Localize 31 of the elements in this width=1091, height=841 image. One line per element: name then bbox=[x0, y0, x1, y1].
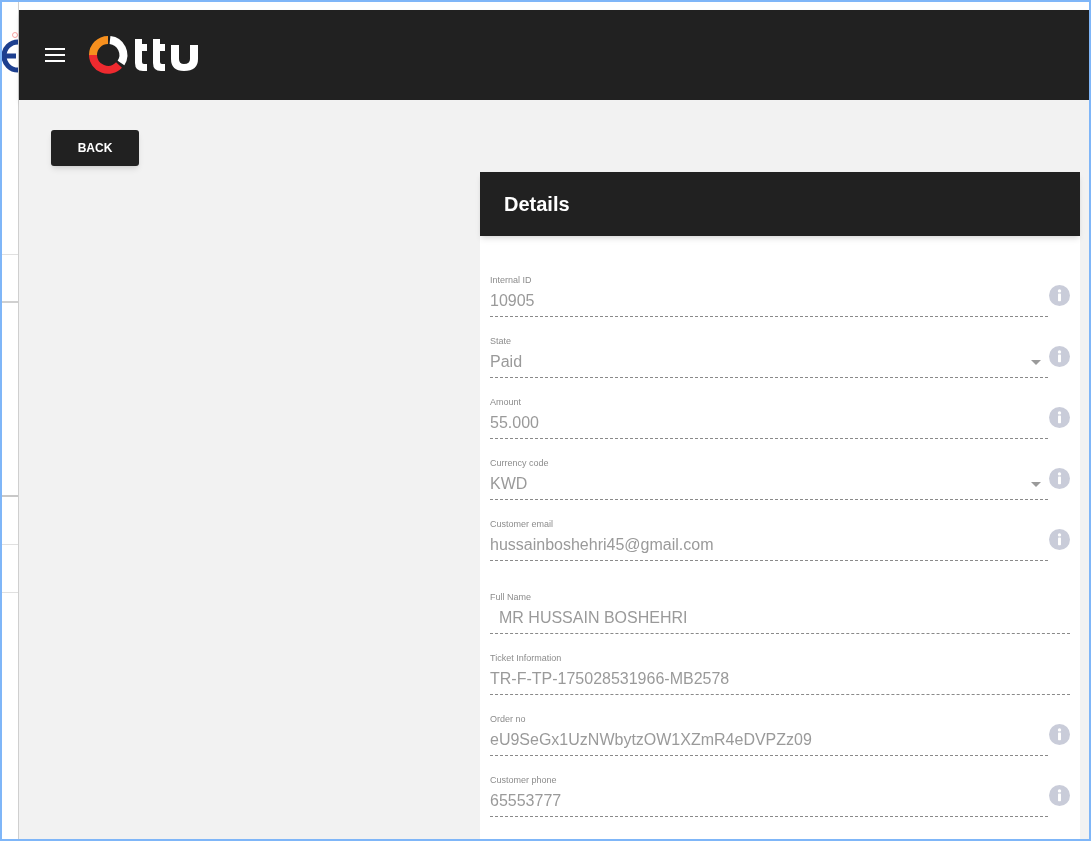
info-icon[interactable] bbox=[1049, 346, 1070, 367]
field-label: State bbox=[490, 335, 511, 347]
menu-icon[interactable] bbox=[45, 48, 65, 62]
input-field[interactable]: hussainboshehri45@gmail.com bbox=[490, 534, 1048, 556]
input-field[interactable]: Paid bbox=[490, 351, 1031, 373]
info-icon[interactable] bbox=[1049, 785, 1070, 806]
back-button[interactable]: BACK bbox=[51, 130, 139, 166]
info-icon[interactable] bbox=[1049, 285, 1070, 306]
input-field[interactable]: 10905 bbox=[490, 290, 1048, 312]
dropdown-caret-icon[interactable] bbox=[1031, 359, 1041, 365]
field-label: Customer phone bbox=[490, 774, 557, 786]
input-field[interactable]: KWD bbox=[490, 473, 1031, 495]
field-label: Amount bbox=[490, 396, 522, 408]
input-field[interactable]: eU9SeGx1UzNWbytzOW1XZmR4eDVPZz09 bbox=[490, 729, 1048, 751]
info-icon[interactable] bbox=[1049, 407, 1070, 428]
field-label: Order no bbox=[490, 713, 526, 725]
details-title: Details bbox=[504, 192, 570, 217]
field-label: Internal ID bbox=[490, 274, 532, 286]
field-label: Currency code bbox=[490, 457, 549, 469]
field-label: Full Name bbox=[490, 591, 531, 603]
field-label: Customer email bbox=[490, 518, 554, 530]
info-icon[interactable] bbox=[1049, 468, 1070, 489]
input-field[interactable]: 55.000 bbox=[490, 412, 1048, 434]
input-field[interactable]: MR HUSSAIN BOSHEHRI bbox=[490, 607, 1070, 629]
field-label: Ticket Information bbox=[490, 652, 562, 664]
info-icon[interactable] bbox=[1049, 724, 1070, 745]
input-field[interactable]: TR-F-TP-175028531966-MB2578 bbox=[490, 668, 1070, 690]
logo-icon[interactable] bbox=[89, 35, 201, 75]
input-field[interactable]: 65553777 bbox=[490, 790, 1048, 812]
dropdown-caret-icon[interactable] bbox=[1031, 481, 1041, 487]
info-icon[interactable] bbox=[1049, 529, 1070, 550]
